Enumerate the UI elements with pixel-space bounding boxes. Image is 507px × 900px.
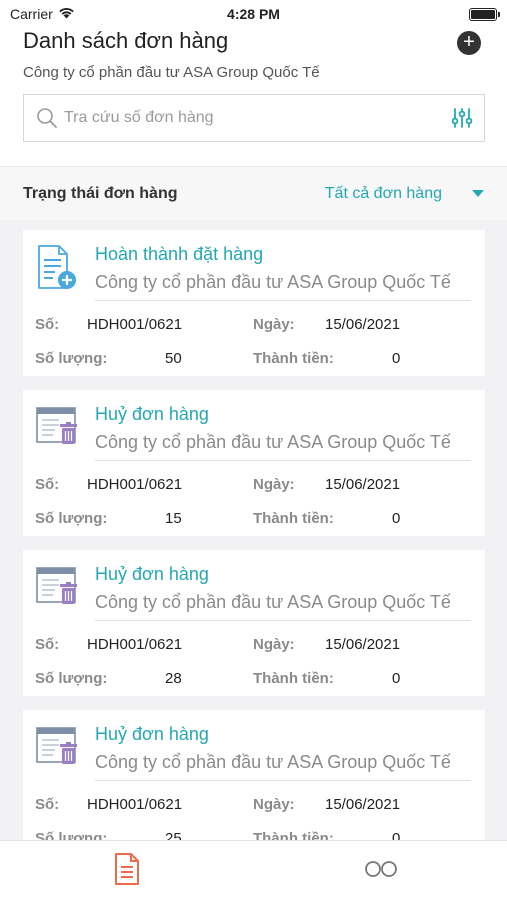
status-bar: Carrier 4:28 PM [0, 0, 507, 28]
order-date: 15/06/2021 [325, 636, 401, 653]
order-number-label: Số: [35, 476, 60, 493]
order-date-label: Ngày: [253, 636, 295, 653]
carrier-group: Carrier [10, 6, 75, 22]
tab-bar [0, 840, 507, 900]
add-order-button[interactable]: + [457, 31, 481, 55]
order-quantity-label: Số lượng: [35, 510, 108, 527]
window-trash-icon [35, 564, 79, 612]
order-status: Huỷ đơn hàng [95, 724, 209, 744]
order-status-filter[interactable]: Trạng thái đơn hàng Tất cả đơn hàng [0, 166, 507, 220]
filter-settings-icon[interactable] [440, 106, 484, 130]
order-number: HDH001/0621 [87, 796, 183, 813]
header: Danh sách đơn hàng + Công ty cổ phần đầu… [0, 28, 507, 166]
order-company: Công ty cổ phần đầu tư ASA Group Quốc Tế [95, 752, 451, 772]
order-number-label: Số: [35, 316, 60, 333]
order-company: Công ty cổ phần đầu tư ASA Group Quốc Tế [95, 432, 451, 452]
order-status-label: Trạng thái đơn hàng [23, 184, 178, 202]
search-icon [36, 107, 62, 129]
caret-down-icon[interactable] [472, 185, 484, 203]
order-total: 0 [392, 350, 401, 367]
order-card[interactable]: Huỷ đơn hàng Công ty cổ phần đầu tư ASA G… [23, 390, 485, 536]
order-total-label: Thành tiền: [253, 670, 334, 687]
divider [95, 780, 471, 781]
order-card[interactable]: Huỷ đơn hàng Công ty cổ phần đầu tư ASA G… [23, 710, 485, 856]
order-total-label: Thành tiền: [253, 350, 334, 367]
order-number: HDH001/0621 [87, 636, 183, 653]
tab-more[interactable] [254, 841, 507, 900]
order-number-label: Số: [35, 796, 60, 813]
order-card[interactable]: Huỷ đơn hàng Công ty cổ phần đầu tư ASA G… [23, 550, 485, 696]
order-status: Huỷ đơn hàng [95, 564, 209, 584]
tab-orders[interactable] [0, 841, 253, 900]
order-company: Công ty cổ phần đầu tư ASA Group Quốc Tế [95, 272, 451, 292]
document-list-icon [114, 852, 140, 890]
order-date-label: Ngày: [253, 476, 295, 493]
divider [95, 300, 471, 301]
document-add-icon [35, 244, 79, 292]
order-date-label: Ngày: [253, 316, 295, 333]
order-total: 0 [392, 670, 401, 687]
company-name: Công ty cổ phần đầu tư ASA Group Quốc Tế [23, 64, 320, 81]
search-input[interactable] [62, 109, 440, 127]
order-quantity-label: Số lượng: [35, 350, 108, 367]
order-date: 15/06/2021 [325, 796, 401, 813]
order-quantity-label: Số lượng: [35, 670, 108, 687]
order-date-label: Ngày: [253, 796, 295, 813]
order-total: 0 [392, 510, 401, 527]
battery-icon [469, 7, 500, 21]
order-date: 15/06/2021 [325, 316, 401, 333]
order-card[interactable]: Hoàn thành đặt hàng Công ty cổ phần đầu t… [23, 230, 485, 376]
order-quantity: 15 [165, 510, 182, 527]
search-box [23, 94, 485, 142]
wifi-icon [58, 6, 75, 22]
clock: 4:28 PM [227, 6, 280, 22]
order-number: HDH001/0621 [87, 316, 183, 333]
order-total-label: Thành tiền: [253, 510, 334, 527]
window-trash-icon [35, 404, 79, 452]
divider [95, 460, 471, 461]
divider [95, 620, 471, 621]
order-date: 15/06/2021 [325, 476, 401, 493]
carrier-label: Carrier [10, 6, 53, 22]
order-status: Hoàn thành đặt hàng [95, 244, 264, 264]
order-status: Huỷ đơn hàng [95, 404, 209, 424]
more-icon [364, 860, 398, 883]
order-status-value[interactable]: Tất cả đơn hàng [325, 185, 442, 203]
order-quantity: 50 [165, 350, 182, 367]
order-number: HDH001/0621 [87, 476, 183, 493]
order-quantity: 28 [165, 670, 182, 687]
page-title: Danh sách đơn hàng [23, 28, 229, 53]
order-company: Công ty cổ phần đầu tư ASA Group Quốc Tế [95, 592, 451, 612]
order-number-label: Số: [35, 636, 60, 653]
window-trash-icon [35, 724, 79, 772]
